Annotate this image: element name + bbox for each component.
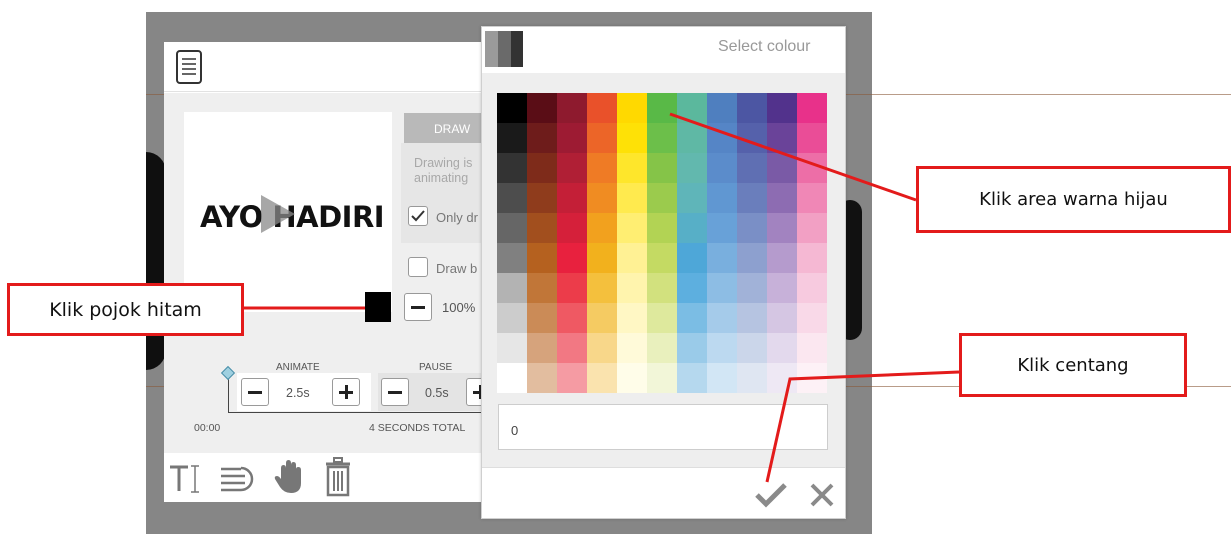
callout-black-corner: Klik pojok hitam: [7, 283, 244, 336]
callout-checkmark: Klik centang: [959, 333, 1187, 397]
annotation-line-checkmark: [765, 370, 960, 483]
annotation-lines: [244, 112, 960, 483]
callout-green-area: Klik area warna hijau: [916, 166, 1231, 233]
annotation-line-green: [669, 112, 917, 202]
